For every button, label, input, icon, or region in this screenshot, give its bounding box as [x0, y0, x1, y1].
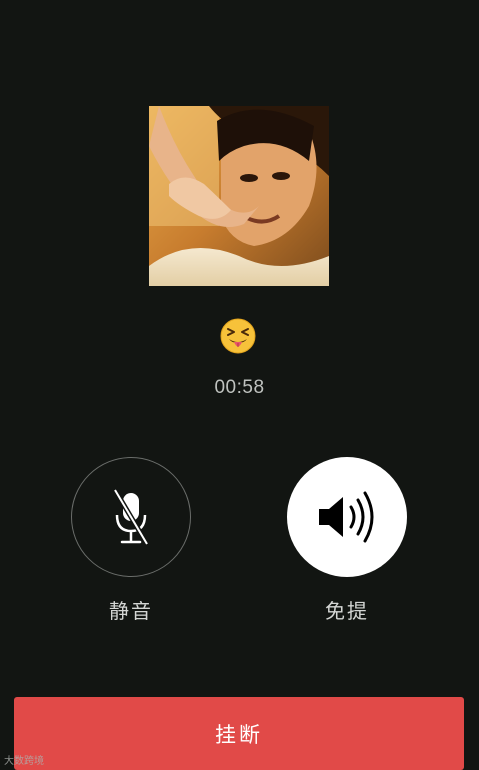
microphone-muted-icon	[112, 488, 150, 546]
mute-label: 静音	[109, 599, 153, 623]
speaker-icon	[319, 491, 374, 543]
mute-button[interactable]	[71, 457, 191, 577]
hang-up-button[interactable]: 挂断	[14, 697, 464, 770]
caller-emoji	[220, 318, 256, 354]
caller-avatar	[149, 106, 329, 286]
squinting-face-tongue-icon	[220, 318, 256, 354]
watermark: 大数跨境	[4, 756, 44, 767]
caller-avatar-image	[149, 106, 329, 286]
speaker-button[interactable]	[287, 457, 407, 577]
speaker-label: 免提	[325, 599, 369, 623]
call-timer: 00:58	[214, 377, 265, 398]
voice-call-screen: 00:58 静音 免提 挂断 大数跨境	[0, 0, 479, 770]
